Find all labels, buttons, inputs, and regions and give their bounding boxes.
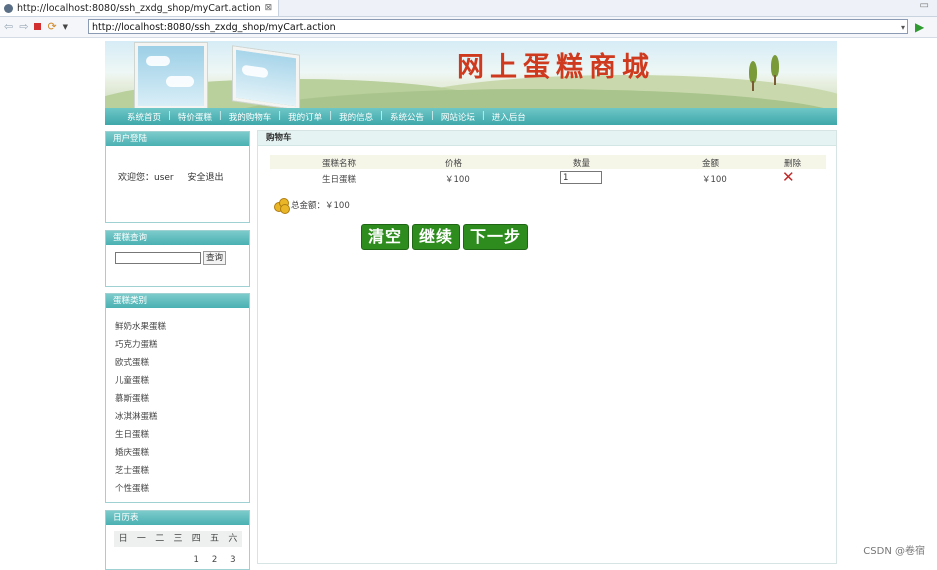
window-illustration — [135, 43, 207, 109]
category-link[interactable]: 儿童蛋糕 — [115, 374, 166, 392]
dropdown-icon[interactable]: ▼ — [63, 23, 68, 31]
calendar-panel: 日历表 日 一 二 三 四 五 六 1 2 3 — [105, 510, 250, 570]
category-link[interactable]: 个性蛋糕 — [115, 482, 166, 500]
delete-icon[interactable]: ✕ — [782, 168, 795, 186]
nav-notices[interactable]: 系统公告 — [390, 111, 424, 123]
url-text: http://localhost:8080/ssh_zxdg_shop/myCa… — [92, 22, 336, 33]
cart-panel-header: 购物车 — [258, 131, 836, 146]
weekday: 三 — [173, 534, 183, 544]
next-step-button[interactable]: 下一步 — [463, 224, 529, 250]
stop-icon[interactable] — [34, 23, 42, 30]
calendar-panel-header: 日历表 — [106, 511, 249, 525]
login-panel-header: 用户登陆 — [106, 132, 249, 146]
nav-admin[interactable]: 进入后台 — [492, 111, 526, 123]
item-price: ￥100 — [445, 175, 470, 185]
category-link[interactable]: 冰淇淋蛋糕 — [115, 410, 166, 428]
globe-icon — [4, 3, 13, 13]
item-amount: ￥100 — [702, 175, 727, 185]
weekday: 五 — [210, 534, 220, 544]
col-price: 价格 — [445, 159, 463, 169]
banner: 网上蛋糕商城 — [105, 41, 837, 111]
nav-info[interactable]: 我的信息 — [339, 111, 373, 123]
col-name: 蛋糕名称 — [322, 159, 357, 169]
cart-actions: 清空 继续 下一步 — [361, 224, 529, 250]
nav-cart[interactable]: 我的购物车 — [229, 111, 272, 123]
url-bar[interactable]: http://localhost:8080/ssh_zxdg_shop/myCa… — [88, 19, 908, 34]
weekday: 一 — [136, 534, 146, 544]
cart-table-header: 蛋糕名称 价格 数量 金额 删除 — [270, 155, 826, 169]
col-amount: 金额 — [702, 159, 720, 169]
nav-special[interactable]: 特价蛋糕 — [178, 111, 212, 123]
weekday: 日 — [118, 534, 128, 544]
category-panel-header: 蛋糕类别 — [106, 294, 249, 308]
browser-tab[interactable]: http://localhost:8080/ssh_zxdg_shop/myCa… — [0, 0, 280, 16]
nav-orders[interactable]: 我的订单 — [288, 111, 322, 123]
table-row: 生日蛋糕 ￥100 1 ￥100 ✕ — [270, 168, 826, 187]
search-panel: 蛋糕查询 查询 — [105, 230, 250, 287]
search-panel-header: 蛋糕查询 — [106, 231, 249, 245]
category-link[interactable]: 慕斯蛋糕 — [115, 392, 166, 410]
url-dropdown-icon[interactable]: ▾ — [901, 20, 905, 35]
cart-total: 总金额：￥100 — [274, 198, 350, 214]
coins-icon — [274, 198, 290, 214]
browser-tab-bar: http://localhost:8080/ssh_zxdg_shop/myCa… — [0, 0, 937, 17]
category-link[interactable]: 鲜奶水果蛋糕 — [115, 320, 166, 338]
site-title: 网上蛋糕商城 — [457, 52, 655, 83]
search-input[interactable] — [115, 252, 201, 264]
logout-link[interactable]: 安全退出 — [188, 173, 224, 183]
nav-home[interactable]: 系统首页 — [127, 111, 161, 123]
clear-cart-button[interactable]: 清空 — [361, 224, 410, 250]
total-amount: 总金额：￥100 — [291, 201, 350, 211]
login-panel: 用户登陆 欢迎您：user 安全退出 — [105, 131, 250, 223]
weekday: 六 — [228, 534, 238, 544]
category-link[interactable]: 欧式蛋糕 — [115, 356, 166, 374]
browser-toolbar: ⇦ ⇨ ⟳ ▼ http://localhost:8080/ssh_zxdg_s… — [0, 17, 937, 38]
category-panel: 蛋糕类别 鲜奶水果蛋糕 巧克力蛋糕 欧式蛋糕 儿童蛋糕 慕斯蛋糕 冰淇淋蛋糕 生… — [105, 293, 250, 503]
tab-title: http://localhost:8080/ssh_zxdg_shop/myCa… — [17, 2, 261, 14]
continue-shopping-button[interactable]: 继续 — [412, 224, 461, 250]
search-button[interactable]: 查询 — [203, 251, 227, 265]
weekday: 二 — [155, 534, 165, 544]
category-link[interactable]: 生日蛋糕 — [115, 428, 166, 446]
col-qty: 数量 — [573, 159, 591, 169]
category-link[interactable]: 婚庆蛋糕 — [115, 446, 166, 464]
back-icon[interactable]: ⇦ — [4, 20, 13, 33]
tab-close-icon[interactable]: ⊠ — [265, 3, 273, 13]
weekday: 四 — [191, 534, 201, 544]
category-link[interactable]: 芝士蛋糕 — [115, 464, 166, 482]
cart-panel: 购物车 蛋糕名称 价格 数量 金额 删除 生日蛋糕 ￥100 1 ￥100 ✕ … — [257, 130, 837, 564]
window-illustration — [233, 46, 299, 110]
category-link[interactable]: 巧克力蛋糕 — [115, 338, 166, 356]
go-icon[interactable]: ▶ — [915, 20, 924, 34]
watermark: CSDN @卷宿 — [863, 546, 925, 557]
minimize-icon[interactable]: ▭ — [920, 0, 929, 11]
welcome-text: 欢迎您：user — [118, 173, 174, 183]
forward-icon[interactable]: ⇨ — [19, 20, 28, 33]
item-name: 生日蛋糕 — [322, 175, 357, 185]
main-nav: 系统首页 | 特价蛋糕 | 我的购物车 | 我的订单 | 我的信息 | 系统公告 | 网站论… — [105, 108, 837, 125]
calendar-weekdays: 日 一 二 三 四 五 六 — [114, 531, 242, 547]
quantity-input[interactable]: 1 — [560, 171, 602, 184]
refresh-icon[interactable]: ⟳ — [47, 20, 56, 33]
nav-forum[interactable]: 网站论坛 — [441, 111, 475, 123]
